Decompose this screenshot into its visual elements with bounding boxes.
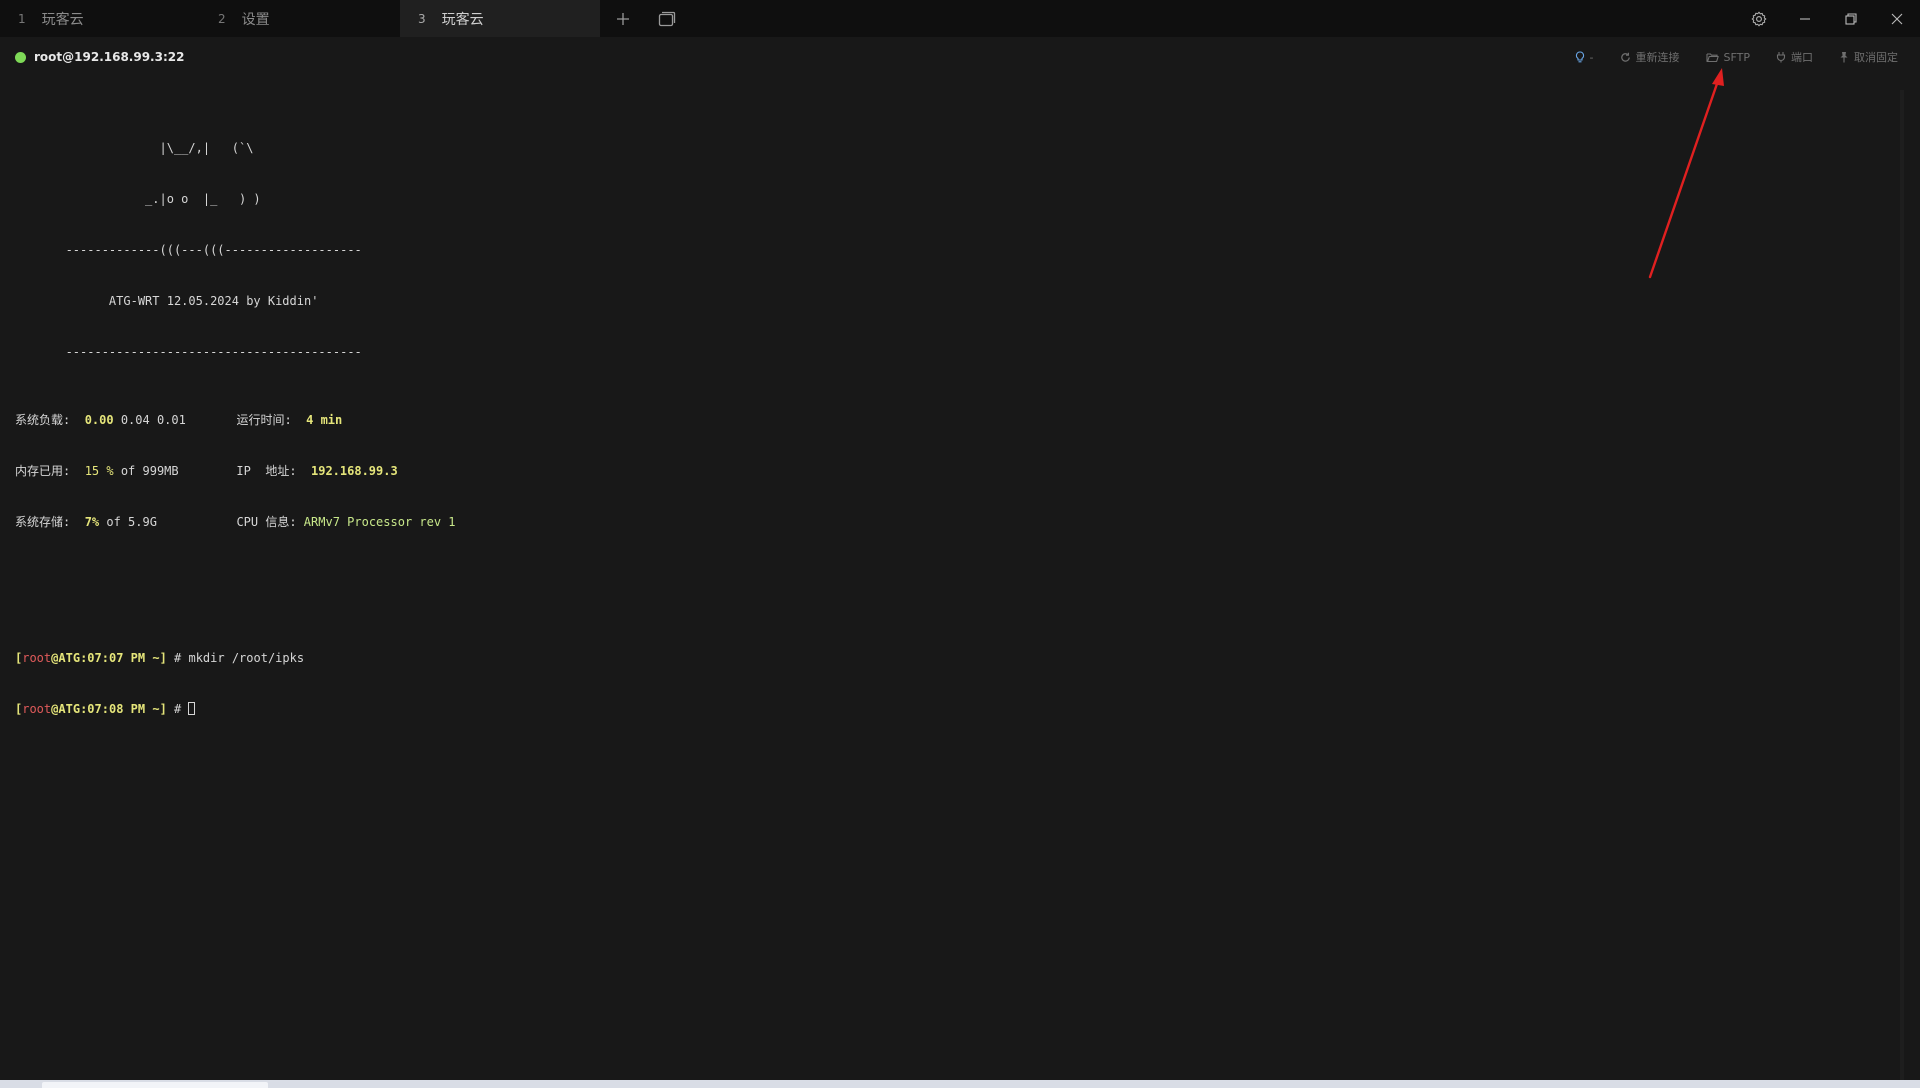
mem-value: 15 % xyxy=(84,464,114,478)
prompt-host: ATG xyxy=(58,702,81,716)
terminal-cursor xyxy=(188,702,196,715)
tab-3[interactable]: 3 玩客云 xyxy=(400,0,600,37)
prompt-user: root xyxy=(22,702,52,716)
settings-button[interactable] xyxy=(1736,0,1782,37)
connection-status-icon xyxy=(15,51,26,63)
lightbulb-icon xyxy=(1575,51,1584,63)
mem-label: 内存已用: xyxy=(15,464,71,478)
close-button[interactable] xyxy=(1874,0,1920,37)
banner-line: ATG-WRT 12.05.2024 by Kiddin' xyxy=(15,294,319,308)
new-tab-button[interactable] xyxy=(612,8,634,30)
session-bar: root@192.168.99.3:22 - 重新连接 SFTP 端口 取消固定 xyxy=(0,37,1920,77)
windows-icon xyxy=(658,11,676,26)
load-label: 系统负载: xyxy=(15,413,71,427)
load-rest: 0.04 0.01 xyxy=(120,413,186,427)
sftp-label: SFTP xyxy=(1723,50,1750,64)
tab-number: 2 xyxy=(218,11,226,26)
ip-value: 192.168.99.3 xyxy=(311,464,398,478)
stats-line-storage: 系统存储: 7% of 5.9G CPU 信息: ARMv7 Processor… xyxy=(15,514,1895,531)
refresh-icon xyxy=(1620,52,1630,62)
prompt-time: 07:07 PM xyxy=(87,651,146,665)
storage-value: 7% xyxy=(84,515,100,529)
stats-line-memory: 内存已用: 15 % of 999MB IP 地址: 192.168.99.3 xyxy=(15,463,1895,480)
reconnect-label: 重新连接 xyxy=(1635,51,1680,64)
session-actions: - 重新连接 SFTP 端口 取消固定 xyxy=(1575,49,1898,65)
app-window: 1 玩客云 2 设置 3 玩客云 root@192.168.99.3:22 - … xyxy=(0,0,1920,1088)
banner-line: _.|o o |_ ) ) xyxy=(15,192,261,206)
hint-button[interactable]: - xyxy=(1575,51,1594,64)
prompt-host: ATG xyxy=(58,651,81,665)
taskbar-segment xyxy=(42,1082,268,1088)
minimize-button[interactable] xyxy=(1782,0,1828,37)
folder-open-icon xyxy=(1705,52,1719,62)
storage-label: 系统存储: xyxy=(15,515,71,529)
tab-number: 1 xyxy=(18,11,26,26)
restore-icon xyxy=(1845,12,1857,25)
prompt-command: mkdir /root/ipks xyxy=(188,651,305,665)
gear-icon xyxy=(1751,11,1767,26)
plus-icon xyxy=(617,12,629,25)
tab-2[interactable]: 2 设置 xyxy=(200,0,400,37)
uptime-value: 4 min xyxy=(306,413,343,427)
load-first: 0.00 xyxy=(84,413,114,427)
uptime-label: 运行时间: xyxy=(236,413,292,427)
banner-line: -------------(((---(((------------------… xyxy=(15,243,362,257)
tab-tools xyxy=(600,0,678,37)
taskbar-strip xyxy=(0,1080,1920,1088)
minimize-icon xyxy=(1800,17,1810,20)
prompt-line: [root@ATG:07:08 PM ~] # xyxy=(15,701,1895,718)
unpin-label: 取消固定 xyxy=(1854,51,1898,64)
tab-label: 玩客云 xyxy=(41,11,84,28)
ip-label: IP 地址: xyxy=(236,464,297,478)
cpu-value: ARMv7 Processor rev 1 xyxy=(303,515,456,529)
tab-1[interactable]: 1 玩客云 xyxy=(0,0,200,37)
port-label: 端口 xyxy=(1791,51,1813,64)
prompt-time: 07:08 PM xyxy=(87,702,146,716)
prompt-line: [root@ATG:07:07 PM ~] # mkdir /root/ipks xyxy=(15,651,305,665)
unpin-button[interactable]: 取消固定 xyxy=(1839,49,1898,65)
banner-line: |\__/,| (`\ xyxy=(15,141,254,155)
banner-line: ----------------------------------------… xyxy=(15,345,362,359)
prompt-dir: ~ xyxy=(152,651,160,665)
tab-label: 设置 xyxy=(241,11,270,28)
tab-overview-button[interactable] xyxy=(656,8,678,30)
tab-bar: 1 玩客云 2 设置 3 玩客云 xyxy=(0,0,1920,37)
reconnect-button[interactable]: 重新连接 xyxy=(1620,49,1680,65)
plug-icon xyxy=(1776,52,1786,63)
tab-label: 玩客云 xyxy=(441,11,484,28)
cpu-label: CPU 信息: xyxy=(236,515,297,529)
mem-total: of 999MB xyxy=(120,464,179,478)
close-icon xyxy=(1891,13,1903,24)
stats-line-load: 系统负载: 0.00 0.04 0.01 运行时间: 4 min xyxy=(15,412,1895,429)
prompt-dir: ~ xyxy=(152,702,160,716)
pin-icon xyxy=(1840,52,1848,63)
sftp-button[interactable]: SFTP xyxy=(1705,50,1750,64)
session-host: root@192.168.99.3:22 xyxy=(34,50,185,64)
hint-label: - xyxy=(1589,50,1594,64)
tab-number: 3 xyxy=(418,11,426,26)
prompt-user: root xyxy=(22,651,52,665)
storage-total: of 5.9G xyxy=(106,515,157,529)
scroll-gutter[interactable] xyxy=(1900,90,1904,1080)
terminal-output[interactable]: |\__/,| (`\ _.|o o |_ ) ) -------------(… xyxy=(15,106,1895,752)
window-controls xyxy=(1736,0,1920,37)
restore-button[interactable] xyxy=(1828,0,1874,37)
port-forward-button[interactable]: 端口 xyxy=(1776,49,1813,65)
